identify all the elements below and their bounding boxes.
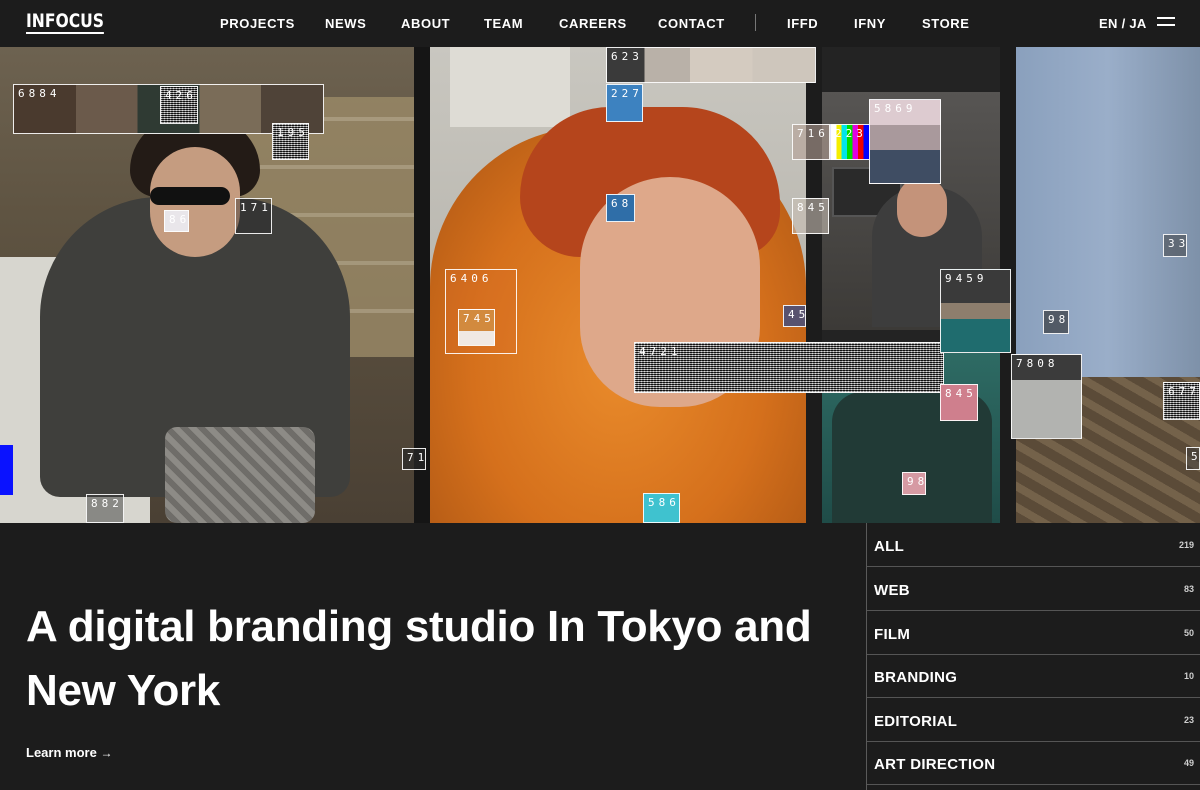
glitch-box: 426 [160, 86, 198, 124]
glitch-box: 845 [940, 384, 978, 421]
category-count: 10 [1183, 671, 1194, 681]
category-all[interactable]: ALL 219 [867, 523, 1200, 567]
category-web[interactable]: WEB 83 [867, 567, 1200, 611]
category-label: FILM [874, 626, 911, 643]
glitch-box: 9459 [940, 269, 1011, 353]
nav-iffd[interactable]: IFFD [787, 16, 818, 31]
nav-store[interactable]: STORE [922, 16, 970, 31]
glitch-box: 882 [86, 494, 124, 523]
nav-careers[interactable]: CAREERS [559, 16, 627, 31]
nav-about[interactable]: ABOUT [401, 16, 450, 31]
glitch-box: 623 [606, 47, 816, 83]
learn-more-link[interactable]: Learn more → [26, 745, 112, 760]
glitch-box: 33 [1163, 234, 1187, 257]
category-branding[interactable]: BRANDING 10 [867, 654, 1200, 698]
nav-divider [755, 14, 756, 31]
category-film[interactable]: FILM 50 [867, 611, 1200, 655]
glitch-box: 45 [783, 305, 806, 327]
nav-projects[interactable]: PROJECTS [220, 16, 295, 31]
glitch-box: 86 [164, 210, 189, 232]
language-switcher[interactable]: EN / JA [1099, 16, 1147, 31]
page-headline: A digital branding studio In Tokyo and N… [26, 602, 812, 715]
glitch-box: 5869 [869, 99, 941, 184]
category-label: EDITORIAL [874, 713, 958, 730]
category-filter-list: ALL 219 WEB 83 FILM 50 BRANDING 10 EDITO… [867, 523, 1200, 790]
category-count: 50 [1183, 628, 1194, 638]
category-label: ALL [874, 538, 905, 555]
glitch-box: 195 [272, 123, 309, 160]
glitch-box: 68 [606, 194, 635, 222]
glitch-box: 227 [606, 84, 643, 122]
category-count: 23 [1183, 715, 1194, 725]
glitch-box: 677 [1163, 382, 1200, 420]
learn-more-label: Learn more [26, 745, 97, 760]
site-header: INFOCUS PROJECTS NEWS ABOUT TEAM CAREERS… [0, 0, 1200, 47]
glitch-box: 745 [458, 309, 495, 346]
category-count: 83 [1183, 584, 1194, 594]
category-count: 49 [1183, 758, 1194, 768]
main-nav: PROJECTS NEWS ABOUT TEAM CAREERS CONTACT… [0, 16, 1200, 32]
glitch-box: 223 [830, 124, 870, 160]
glitch-box: 171 [235, 198, 272, 234]
glitch-box: 5 [1186, 447, 1200, 470]
category-count: 219 [1178, 540, 1194, 550]
glitch-box: 586 [643, 493, 680, 523]
nav-news[interactable]: NEWS [325, 16, 366, 31]
category-editorial[interactable]: EDITORIAL 23 [867, 698, 1200, 742]
glitch-box: 71 [402, 448, 426, 470]
glitch-box: 4721 [634, 342, 944, 393]
category-label: ART DIRECTION [874, 756, 996, 773]
category-art-direction[interactable]: ART DIRECTION 49 [867, 741, 1200, 785]
category-label: BRANDING [874, 669, 958, 686]
glitch-box: 7808 [1011, 354, 1082, 439]
hamburger-menu-icon[interactable] [1157, 17, 1175, 27]
glitch-box: 845 [792, 198, 829, 234]
arrow-right-icon: → [100, 746, 113, 760]
hero-photo-4[interactable] [1016, 47, 1200, 523]
nav-team[interactable]: TEAM [484, 16, 523, 31]
nav-ifny[interactable]: IFNY [854, 16, 886, 31]
nav-contact[interactable]: CONTACT [658, 16, 725, 31]
category-label: WEB [874, 582, 910, 599]
hero-collage: 6884 426 195 86 171 71 882 623 227 68 64… [0, 47, 1200, 523]
glitch-box: 98 [902, 472, 926, 495]
glitch-box: 98 [1043, 310, 1069, 334]
intro-section: A digital branding studio In Tokyo and N… [0, 523, 866, 790]
glitch-box: 716 [792, 124, 830, 160]
